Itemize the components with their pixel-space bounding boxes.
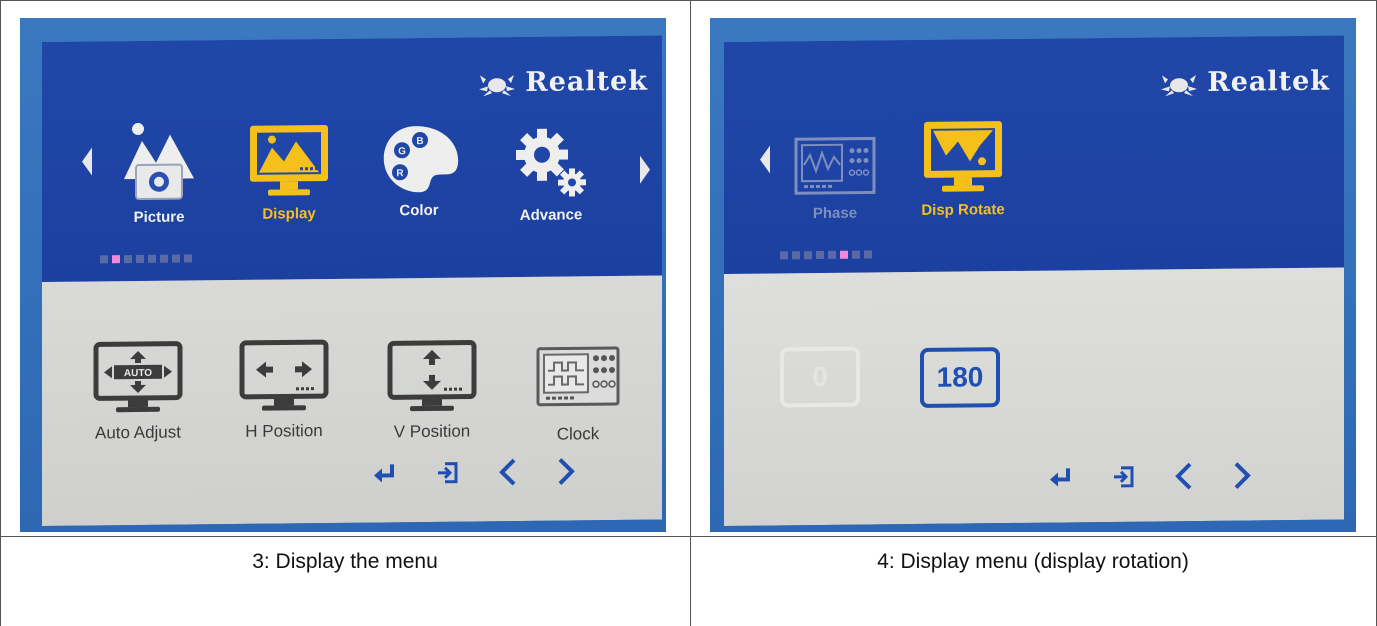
svg-text:R: R (396, 168, 404, 179)
osd-nav-bar (372, 456, 576, 488)
realtek-crab-icon (479, 74, 516, 96)
photo-display-menu: Realtek Picture Display G B R Color Adva… (20, 18, 666, 532)
menu-label-picture: Picture (133, 208, 185, 227)
realtek-logo: Realtek (1159, 66, 1330, 99)
realtek-logo: Realtek (477, 66, 648, 99)
table-border-left (0, 0, 1, 626)
submenu-auto-adjust[interactable]: AUTO Auto Adjust (68, 340, 208, 443)
caption-right: 4: Display menu (display rotation) (877, 550, 1189, 573)
menu-label-advance: Advance (519, 206, 583, 224)
page-dot-active (112, 255, 120, 264)
page-dot (816, 250, 824, 260)
menu-item-color[interactable]: G B R Color (364, 121, 474, 219)
table-row-divider (0, 536, 1377, 537)
caption-left: 3: Display the menu (252, 550, 438, 573)
phase-icon (794, 136, 876, 195)
menu-label-phase: Phase (812, 204, 858, 223)
menu-label-display: Display (262, 205, 316, 223)
auto-adjust-icon: AUTO (93, 341, 183, 413)
menu-left-arrow-icon[interactable] (82, 147, 92, 176)
osd-header: Realtek Picture Display G B R Color Adva… (42, 35, 662, 282)
realtek-crab-icon (1161, 74, 1198, 96)
submenu-clock[interactable]: Clock (508, 342, 648, 445)
enter-icon[interactable] (372, 461, 398, 485)
menu-item-picture[interactable]: Picture (104, 118, 214, 226)
previous-icon[interactable] (498, 457, 518, 487)
page-dot (136, 254, 144, 264)
page-dot (780, 251, 788, 260)
brand-name: Realtek (525, 65, 648, 98)
menu-right-arrow-icon[interactable] (640, 155, 650, 184)
color-palette-icon: G B R (383, 126, 459, 193)
osd-submenu: 0 180 (724, 267, 1344, 526)
page-dot (792, 251, 800, 260)
next-icon[interactable] (556, 456, 576, 486)
osd-nav-bar (1048, 460, 1252, 492)
brand-name: Realtek (1207, 65, 1330, 98)
osd-screen: Realtek Phase Disp Rotate 0 180 (724, 35, 1344, 526)
osd-header: Realtek Phase Disp Rotate (724, 35, 1344, 274)
svg-text:B: B (416, 136, 423, 147)
submenu-label-v-position: V Position (393, 421, 471, 442)
page-dot (172, 254, 180, 263)
page-dot (828, 250, 836, 259)
page-dot (804, 251, 812, 260)
menu-item-advance[interactable]: Advance (496, 122, 606, 224)
clock-icon (536, 346, 620, 407)
submenu-v-position[interactable]: V Position (362, 339, 502, 442)
page-dot (148, 254, 156, 263)
advance-gear-icon (516, 128, 586, 197)
page-dot (852, 250, 860, 259)
menu-left-arrow-icon[interactable] (760, 145, 770, 174)
menu-label-disp-rotate: Disp Rotate (921, 201, 1005, 219)
submenu-label-clock: Clock (556, 424, 600, 444)
page-indicator (100, 254, 192, 264)
exit-icon[interactable] (436, 461, 460, 485)
next-icon[interactable] (1232, 460, 1252, 490)
page-dot (100, 255, 108, 264)
photo-disp-rotate-menu: Realtek Phase Disp Rotate 0 180 (710, 18, 1356, 532)
page-dot (160, 254, 168, 263)
submenu-label-h-position: H Position (245, 421, 323, 441)
v-position-icon (387, 340, 477, 412)
exit-icon[interactable] (1112, 465, 1136, 489)
menu-label-color: Color (399, 201, 439, 220)
submenu-label-auto-adjust: Auto Adjust (94, 422, 181, 443)
page-indicator (780, 250, 872, 260)
rotate-option-180[interactable]: 180 (920, 347, 1000, 408)
page-dot (864, 250, 872, 259)
h-position-icon (239, 339, 329, 411)
disp-rotate-icon (924, 121, 1002, 192)
picture-icon (124, 122, 194, 200)
submenu-h-position[interactable]: H Position (214, 339, 354, 442)
menu-item-disp-rotate[interactable]: Disp Rotate (908, 117, 1018, 219)
svg-text:G: G (398, 146, 406, 157)
table-divider (690, 0, 691, 626)
display-icon (250, 125, 328, 196)
osd-submenu: AUTO Auto Adjust H Position V Position C… (42, 275, 662, 526)
page-dot (124, 255, 132, 264)
auto-icon-text: AUTO (124, 368, 152, 379)
menu-item-display[interactable]: Display (234, 121, 344, 223)
previous-icon[interactable] (1174, 461, 1194, 491)
menu-item-phase[interactable]: Phase (780, 134, 890, 222)
page-dot-active (840, 250, 848, 259)
enter-icon[interactable] (1048, 465, 1074, 489)
page-dot (184, 254, 192, 263)
rotate-option-0[interactable]: 0 (780, 346, 860, 408)
osd-screen: Realtek Picture Display G B R Color Adva… (42, 35, 662, 526)
